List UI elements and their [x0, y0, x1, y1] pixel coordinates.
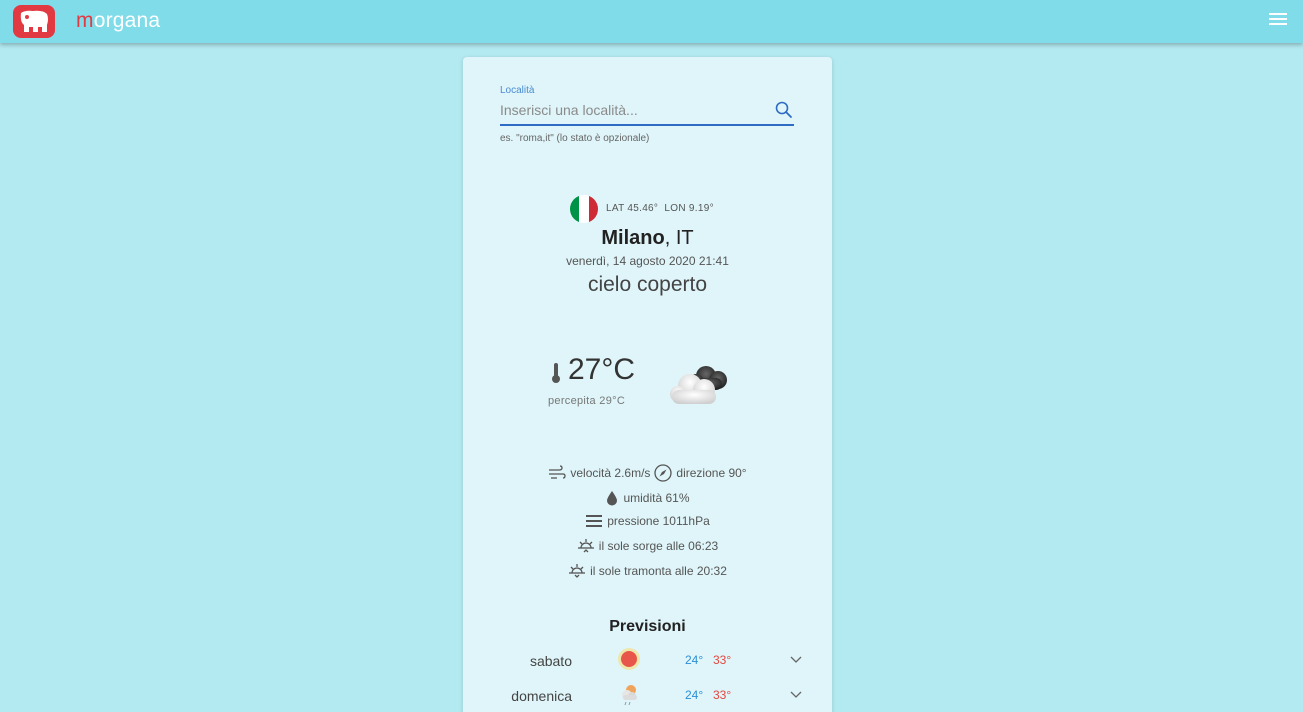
menu-line [1269, 18, 1287, 20]
sunrise: il sole sorge alle 06:23 [598, 539, 719, 553]
weather-card: Località es. "roma,it" (lo stato è opzio… [463, 57, 832, 712]
pressure-icon [586, 515, 603, 527]
chevron-down-icon[interactable] [790, 653, 802, 665]
pressure-row: pressione 1011hPa [463, 514, 832, 528]
forecast-title: Previsioni [609, 618, 686, 635]
city-name: Milano [601, 227, 665, 249]
coordinates: LAT 45.46° LON 9.19° [606, 203, 714, 214]
sun-icon [618, 648, 640, 670]
city-title: Milano, IT [601, 227, 694, 249]
morgana-logo[interactable] [13, 5, 55, 38]
humidity: umidità 61% [623, 491, 690, 505]
forecast-min: 24° [685, 653, 704, 667]
thermometer-icon [552, 363, 560, 383]
menu-line [1269, 23, 1287, 25]
sunset-icon [569, 564, 586, 578]
forecast-max: 33° [713, 653, 732, 667]
humidity-drop-icon [607, 491, 618, 506]
sunset: il sole tramonta alle 20:32 [590, 564, 727, 578]
search-input[interactable] [500, 100, 760, 120]
menu-button[interactable] [1269, 13, 1287, 27]
wind-direction: direzione 90° [676, 466, 747, 480]
search-label: Località [500, 85, 535, 96]
sun-cloud-rain-icon [622, 685, 637, 706]
forecast-row[interactable]: domenica 24° 33° [463, 682, 832, 712]
wind-speed: velocità 2.6m/s [570, 466, 651, 480]
forecast-day: domenica [511, 688, 572, 704]
forecast-day: sabato [529, 653, 572, 669]
italy-flag-icon [570, 195, 598, 223]
compass-icon [654, 464, 673, 482]
sunset-row: il sole tramonta alle 20:32 [463, 563, 832, 579]
search-icon[interactable] [774, 100, 794, 120]
wind-icon [549, 465, 567, 479]
app-brand[interactable]: morgana [76, 9, 160, 33]
sunrise-icon [577, 539, 594, 553]
chevron-down-icon[interactable] [790, 688, 802, 700]
date-time: venerdì, 14 agosto 2020 21:41 [566, 254, 729, 268]
sunrise-row: il sole sorge alle 06:23 [463, 538, 832, 554]
pressure: pressione 1011hPa [607, 514, 710, 528]
weather-condition: cielo coperto [587, 273, 708, 296]
humidity-row: umidità 61% [463, 490, 832, 506]
menu-line [1269, 13, 1287, 15]
forecast-max: 33° [713, 688, 732, 702]
current-temperature: 27°C [568, 353, 636, 386]
search-field [500, 97, 794, 126]
forecast-row[interactable]: sabato 24° 33° [463, 647, 832, 677]
search-hint: es. "roma,it" (lo stato è opzionale) [500, 133, 650, 144]
latitude: LAT 45.46° [606, 203, 659, 214]
country-code: IT [670, 227, 694, 249]
longitude: LON 9.19° [664, 203, 714, 214]
elephant-logo-icon [20, 10, 48, 32]
overcast-clouds-icon [670, 366, 727, 404]
brand-initial: m [76, 9, 94, 32]
brand-rest: organa [93, 9, 161, 32]
feels-like: percepita 29°C [548, 395, 626, 407]
app-bar: morgana [0, 0, 1303, 43]
wind-row: velocità 2.6m/s direzione 90° [463, 464, 832, 482]
forecast-min: 24° [685, 688, 704, 702]
